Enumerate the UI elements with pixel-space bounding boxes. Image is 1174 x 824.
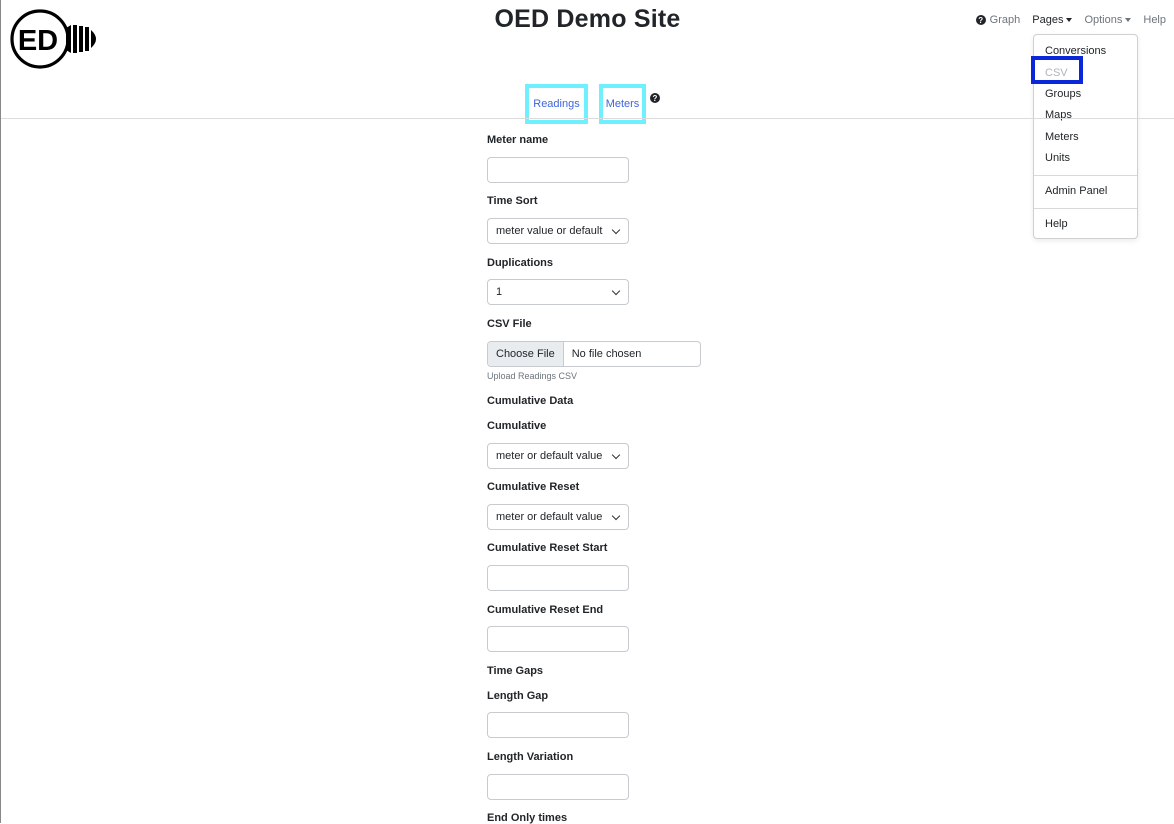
tab-readings-label: Readings	[533, 98, 580, 110]
menu-item-help[interactable]: Help	[1045, 218, 1068, 230]
duplications-value: 1	[496, 286, 503, 298]
cumulative-reset-select[interactable]: meter or default value	[487, 504, 629, 530]
nav-pages-label: Pages	[1032, 14, 1064, 26]
nav-options-label: Options	[1084, 14, 1123, 26]
header-divider	[1, 118, 1174, 119]
time-gaps-heading: Time Gaps	[487, 665, 544, 677]
top-nav: ? Graph Pages Options Help	[970, 14, 1172, 26]
length-variation-input[interactable]	[487, 774, 629, 800]
cumulative-select[interactable]: meter or default value	[487, 443, 629, 469]
menu-item-units[interactable]: Units	[1045, 152, 1070, 164]
chevron-down-icon	[611, 286, 621, 296]
cumulative-reset-end-label: Cumulative Reset End	[487, 604, 604, 616]
help-icon[interactable]: ?	[650, 93, 660, 103]
cumulative-reset-label: Cumulative Reset	[487, 481, 580, 493]
time-sort-label: Time Sort	[487, 195, 538, 207]
cumulative-reset-end-input[interactable]	[487, 626, 629, 652]
duplications-label: Duplications	[487, 257, 554, 269]
time-sort-select[interactable]: meter value or default	[487, 218, 629, 244]
chevron-down-icon	[611, 225, 621, 235]
length-gap-label: Length Gap	[487, 690, 549, 702]
question-circle-icon: ?	[975, 15, 986, 25]
time-sort-value: meter value or default	[496, 225, 603, 237]
duplications-select[interactable]: 1	[487, 279, 629, 305]
cumulative-reset-start-input[interactable]	[487, 565, 629, 591]
meter-name-label: Meter name	[487, 134, 549, 146]
upload-help-text: Upload Readings CSV	[487, 371, 578, 381]
cumulative-reset-value: meter or default value	[496, 511, 603, 523]
nav-pages-dropdown[interactable]: Pages	[1026, 14, 1078, 26]
choose-file-button[interactable]: Choose File	[488, 342, 564, 366]
cumulative-value: meter or default value	[496, 450, 603, 462]
length-variation-label: Length Variation	[487, 751, 574, 763]
nav-help-label: Help	[1143, 14, 1166, 26]
menu-divider	[1034, 208, 1137, 209]
cumulative-data-heading: Cumulative Data	[487, 395, 574, 407]
cumulative-label: Cumulative	[487, 420, 547, 432]
length-gap-input[interactable]	[487, 712, 629, 738]
chevron-down-icon	[611, 511, 621, 521]
file-chosen-text: No file chosen	[571, 348, 642, 360]
tab-meters-label: Meters	[605, 98, 640, 110]
menu-item-meters[interactable]: Meters	[1045, 131, 1079, 143]
chevron-down-icon	[611, 450, 621, 460]
caret-down-icon	[1066, 18, 1073, 22]
nav-options-dropdown[interactable]: Options	[1078, 14, 1137, 26]
end-only-times-label: End Only times	[487, 812, 568, 824]
nav-help[interactable]: Help	[1137, 14, 1172, 26]
nav-graph[interactable]: ? Graph	[970, 14, 1027, 26]
nav-graph-label: Graph	[989, 14, 1021, 26]
csv-highlight-box	[1031, 56, 1083, 84]
menu-item-admin-panel[interactable]: Admin Panel	[1045, 185, 1107, 197]
csv-file-input[interactable]: Choose File No file chosen	[487, 341, 701, 367]
caret-down-icon	[1125, 18, 1132, 22]
menu-divider	[1034, 175, 1137, 176]
cumulative-reset-start-label: Cumulative Reset Start	[487, 542, 608, 554]
csv-file-label: CSV File	[487, 318, 532, 330]
meter-name-input[interactable]	[487, 157, 629, 183]
